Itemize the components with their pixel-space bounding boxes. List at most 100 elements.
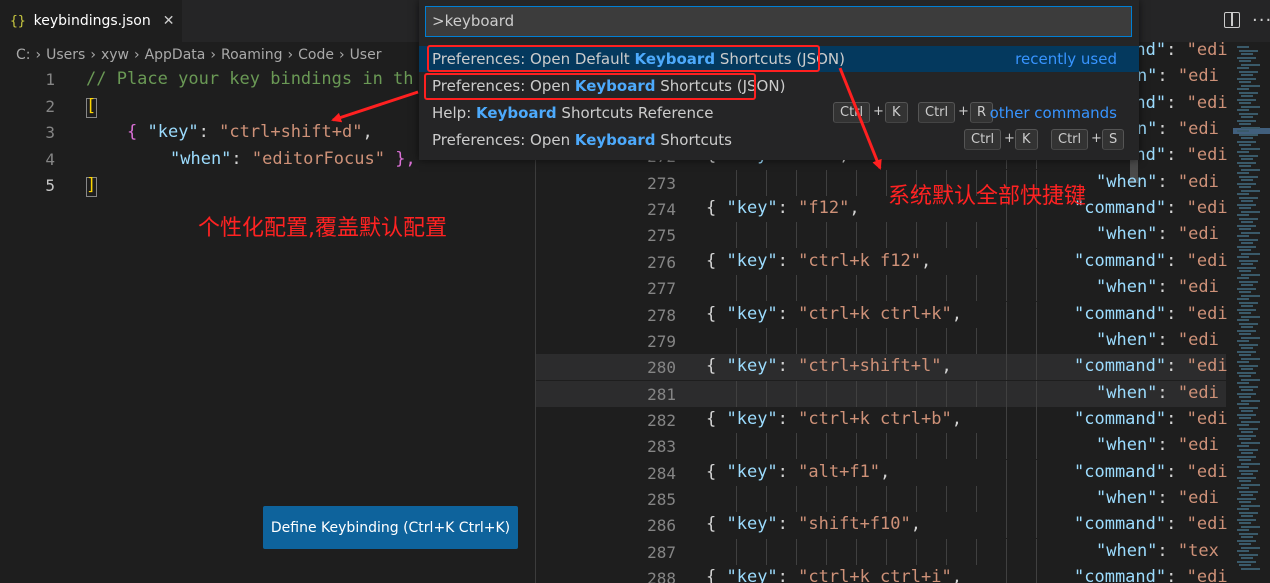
minimap-line <box>1237 245 1256 248</box>
breadcrumb-item[interactable]: AppData <box>145 47 206 63</box>
minimap-line <box>1241 252 1260 255</box>
minimap-line <box>1237 109 1249 111</box>
code-comment[interactable]: // Place your key bindings in th <box>86 69 414 89</box>
breadcrumb-item[interactable]: xyw <box>101 47 129 63</box>
minimap-line <box>1241 210 1260 213</box>
keybinding-key: Ctrl <box>964 129 1002 150</box>
minimap-line <box>1237 508 1249 510</box>
split-editor-icon[interactable] <box>1224 12 1240 28</box>
close-icon[interactable]: ✕ <box>163 13 175 29</box>
breadcrumb-item[interactable]: C: <box>16 47 31 63</box>
indent-guide <box>796 380 797 407</box>
code-key-entry: { "key": "shift+f10", <box>706 514 921 535</box>
minimap-line <box>1237 119 1256 122</box>
code-line-3[interactable]: { "key": "ctrl+shift+d", <box>127 122 373 142</box>
line-number: 280 <box>647 358 676 378</box>
code-line-4[interactable]: "when": "editorFocus" }, <box>170 149 416 169</box>
minimap-line <box>1237 287 1256 290</box>
code-value: "ctrl+shift+d" <box>219 122 363 142</box>
code-bracket-open[interactable]: [ <box>86 96 96 116</box>
code-line[interactable]: 284 { "key": "alt+f1", "command": "edi <box>536 459 1228 486</box>
line-number: 284 <box>647 463 676 483</box>
more-actions-icon[interactable]: ··· <box>1252 10 1270 31</box>
code-line[interactable]: 281 "when": "edi <box>536 380 1226 407</box>
minimap-line <box>1237 539 1256 542</box>
keybinding-key: S <box>1102 129 1125 150</box>
minimap-line <box>1237 277 1249 279</box>
code-line[interactable]: 285 "when": "edi <box>536 485 1226 512</box>
annotation-red-box <box>427 45 820 72</box>
minimap-line <box>1239 175 1258 178</box>
minimap-line <box>1237 476 1256 479</box>
minimap-line <box>1239 165 1251 167</box>
code-line[interactable]: 280 { "key": "ctrl+shift+l", "command": "e… <box>536 354 1228 381</box>
code-line[interactable]: 287 "when": "tex <box>536 538 1226 565</box>
minimap-line <box>1241 452 1253 454</box>
indent-guide <box>946 275 947 302</box>
palette-item-keyboard-shortcuts-reference[interactable]: Help: Keyboard Shortcuts Reference Ctrl … <box>419 100 1139 126</box>
code-line[interactable]: 288 { "key": "ctrl+k ctrl+i", "command": "… <box>536 565 1228 583</box>
minimap-line <box>1237 466 1249 468</box>
code-line[interactable]: 278 { "key": "ctrl+k ctrl+k", "command": "… <box>536 301 1228 328</box>
code-line[interactable]: 273 "when": "edi <box>536 169 1226 196</box>
indent-guide <box>856 433 857 460</box>
code-line[interactable]: 279 "when": "edi <box>536 327 1226 354</box>
indent-guide <box>1006 459 1007 486</box>
command-palette-input[interactable]: >keyboard <box>425 6 1132 37</box>
breadcrumb-item[interactable]: Roaming <box>221 47 283 63</box>
indent-guide <box>916 275 917 302</box>
code-line[interactable]: 282 { "key": "ctrl+k ctrl+b", "command": "… <box>536 406 1228 433</box>
code-bracket-close[interactable]: ] <box>86 175 96 195</box>
minimap-line <box>1239 459 1251 461</box>
indent-guide <box>1006 512 1007 539</box>
indent-guide <box>766 380 767 407</box>
minimap-line <box>1241 536 1253 538</box>
line-number: 282 <box>647 410 676 430</box>
indent-guide <box>766 433 767 460</box>
breadcrumb-item[interactable]: Code <box>298 47 334 63</box>
minimap-line <box>1237 161 1256 164</box>
tab-keybindings-json[interactable]: {} keybindings.json ✕ <box>0 0 182 42</box>
indent-guide <box>1036 565 1037 583</box>
minimap-line <box>1241 441 1260 444</box>
indent-guide <box>826 485 827 512</box>
code-key-entry: { "key": "ctrl+k ctrl+i", <box>706 567 962 583</box>
line-number: 277 <box>647 279 676 299</box>
minimap-line <box>1237 130 1249 132</box>
minimap-line <box>1241 368 1253 370</box>
code-line[interactable]: 274 { "key": "f12", "command": "edi <box>536 196 1228 223</box>
minimap-line <box>1241 294 1260 297</box>
palette-item-open-keyboard-shortcuts[interactable]: Preferences: Open Keyboard Shortcuts Ctr… <box>419 127 1139 153</box>
minimap-line <box>1239 249 1251 251</box>
code-line[interactable]: 277 "when": "edi <box>536 275 1226 302</box>
minimap-line <box>1241 525 1260 528</box>
minimap[interactable] <box>1233 42 1270 583</box>
minimap-line <box>1237 203 1256 206</box>
define-keybinding-button[interactable]: Define Keybinding (Ctrl+K Ctrl+K) <box>263 506 518 549</box>
code-command-entry: "command": "edi <box>1074 461 1228 482</box>
minimap-line <box>1241 137 1253 139</box>
palette-item-label: Preferences: Open Keyboard Shortcuts <box>432 131 732 149</box>
indent-guide <box>946 538 947 565</box>
minimap-line <box>1237 193 1249 195</box>
minimap-line <box>1239 301 1258 304</box>
minimap-line <box>1241 84 1260 87</box>
minimap-line <box>1241 504 1260 507</box>
code-line[interactable]: 276 { "key": "ctrl+k f12", "command": "edi <box>536 248 1228 275</box>
indent-guide <box>916 327 917 354</box>
indent-guide <box>1036 222 1037 249</box>
minimap-line <box>1239 333 1251 335</box>
code-key-entry: { "key": "ctrl+shift+l", <box>706 356 952 377</box>
keybinding-key: K <box>885 102 908 123</box>
code-line[interactable]: 283 "when": "edi <box>536 433 1226 460</box>
line-number: 288 <box>647 569 676 583</box>
code-line[interactable]: 286 { "key": "shift+f10", "command": "edi <box>536 512 1228 539</box>
minimap-line <box>1237 455 1256 458</box>
code-line[interactable]: 275 "when": "edi <box>536 222 1226 249</box>
breadcrumb-item[interactable]: User <box>350 47 382 63</box>
indent-guide <box>1036 485 1037 512</box>
indent-guide <box>736 380 737 407</box>
code-when-entry: "when": "edi <box>1096 329 1219 350</box>
breadcrumb-item[interactable]: Users <box>46 47 85 63</box>
minimap-line <box>1239 480 1251 482</box>
